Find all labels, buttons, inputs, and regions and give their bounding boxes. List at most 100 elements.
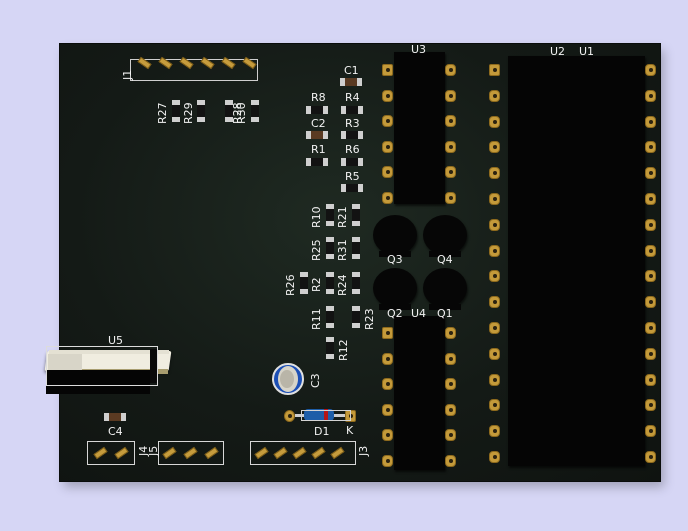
resistor-r26 (299, 272, 309, 294)
solder-pad (489, 115, 500, 128)
solder-pad (645, 244, 656, 257)
resistor-r10 (325, 204, 335, 226)
label-u2: U2 (550, 45, 566, 58)
label-j1: J1 (121, 69, 134, 80)
resistor-r8 (306, 105, 328, 115)
resistor-r12 (325, 337, 335, 359)
solder-pad (489, 64, 500, 76)
resistor-r2 (325, 272, 335, 294)
solder-pad (382, 455, 393, 467)
label-c1: C1 (344, 64, 359, 77)
solder-pad (645, 141, 656, 154)
solder-pad (382, 429, 393, 442)
label-u5: U5 (108, 334, 124, 347)
resistor-r31 (351, 237, 361, 259)
label-q3: Q3 (387, 253, 403, 266)
solder-pad (382, 166, 393, 179)
solder-pad (645, 425, 656, 438)
solder-pad (445, 115, 456, 128)
solder-pad (382, 115, 393, 128)
solder-pad (489, 193, 500, 205)
solder-pad (489, 347, 500, 360)
solder-pad (645, 167, 656, 180)
solder-pad (489, 141, 500, 154)
solder-pad (445, 192, 456, 204)
label-r27: R27 (156, 102, 169, 124)
solder-pad (489, 244, 500, 257)
label-r29: R29 (182, 102, 195, 124)
solder-pad (489, 373, 500, 386)
label-r26: R26 (284, 274, 297, 296)
label-u3: U3 (411, 43, 427, 56)
solder-pad (645, 218, 656, 231)
solder-pad (489, 270, 500, 283)
resistor-r25 (325, 237, 335, 259)
solder-pad (489, 296, 500, 309)
resistor-r11 (325, 306, 335, 328)
label-j3: J3 (357, 445, 370, 456)
resistor-r5 (341, 183, 363, 193)
solder-pad (645, 296, 656, 309)
transistor-q1 (423, 268, 467, 310)
solder-pad (489, 399, 500, 412)
resistor-r24 (351, 272, 361, 294)
solder-pad (489, 218, 500, 231)
solder-pad (645, 451, 656, 463)
label-c4: C4 (108, 425, 123, 438)
label-r11: R11 (310, 308, 323, 330)
solder-pad (382, 89, 393, 102)
solder-pad (382, 352, 393, 365)
solder-pad (645, 373, 656, 386)
label-r5: R5 (345, 170, 360, 183)
label-r31: R31 (336, 239, 349, 261)
label-r10: R10 (310, 206, 323, 228)
pcb-board: J1 R27 R29 R28 R30 C1 R8 R4 C2 R3 R1 R6 … (44, 43, 660, 481)
label-u4: U4 (411, 307, 427, 320)
label-r25: R25 (310, 239, 323, 261)
resistor-r21 (351, 204, 361, 226)
label-k: K (346, 424, 354, 437)
solder-pad (645, 322, 656, 334)
label-r8: R8 (311, 91, 326, 104)
solder-pad (645, 399, 656, 412)
transistor-q3 (373, 215, 417, 257)
solder-pad (645, 193, 656, 205)
solder-pad (489, 322, 500, 334)
solder-pad (445, 89, 456, 102)
solder-pad (489, 425, 500, 438)
solder-pad (445, 352, 456, 365)
solder-pad (445, 140, 456, 153)
solder-pad (489, 451, 500, 463)
resistor-r3 (341, 130, 363, 140)
solder-pad (645, 347, 656, 360)
resistor-r4 (341, 105, 363, 115)
label-r6: R6 (345, 143, 360, 156)
capacitor-c2 (306, 130, 328, 140)
solder-pad (445, 455, 456, 467)
solder-pad (445, 403, 456, 416)
resistor-r1 (306, 157, 328, 167)
label-j5: J5 (147, 445, 160, 456)
label-c3: C3 (309, 373, 322, 388)
resistor-r23 (351, 306, 361, 328)
label-r23: R23 (363, 308, 376, 330)
solder-pad (382, 140, 393, 153)
solder-pad (445, 327, 456, 339)
solder-pad (645, 270, 656, 283)
solder-pad (382, 403, 393, 416)
label-r2: R2 (310, 277, 323, 292)
label-q4: Q4 (437, 253, 453, 266)
solder-pad (382, 378, 393, 391)
solder-pad (382, 64, 393, 76)
solder-pad (445, 429, 456, 442)
resistor-r6 (341, 157, 363, 167)
label-r1: R1 (311, 143, 326, 156)
transistor-q4 (423, 215, 467, 257)
solder-pad (645, 89, 656, 102)
solder-pad (445, 378, 456, 391)
label-r24: R24 (336, 274, 349, 296)
label-d1: D1 (314, 425, 330, 438)
label-r12: R12 (337, 339, 350, 361)
label-u1: U1 (579, 45, 595, 58)
label-q1: Q1 (437, 307, 453, 320)
